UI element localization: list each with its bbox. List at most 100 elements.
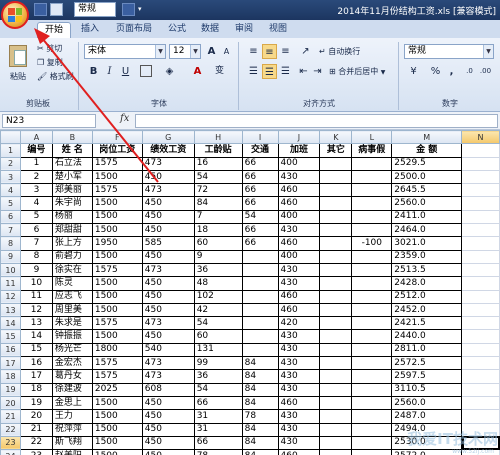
table-cell[interactable]: 473 xyxy=(141,183,195,198)
table-cell[interactable]: 450 xyxy=(141,329,195,344)
table-cell[interactable]: 450 xyxy=(141,422,195,437)
table-cell[interactable]: 11 xyxy=(19,289,53,304)
table-cell[interactable]: 54 xyxy=(241,209,279,225)
table-cell[interactable] xyxy=(319,435,353,451)
table-cell[interactable]: 4 xyxy=(19,196,53,211)
table-cell[interactable] xyxy=(461,236,500,251)
table-cell[interactable] xyxy=(461,183,500,198)
table-cell[interactable]: 张上方 xyxy=(51,236,93,251)
table-cell[interactable]: 84 xyxy=(241,435,279,451)
table-cell[interactable]: 450 xyxy=(141,395,195,411)
table-cell[interactable]: 66 xyxy=(241,223,279,238)
table-cell[interactable]: 1500 xyxy=(91,169,143,185)
table-cell[interactable] xyxy=(461,169,500,185)
table-cell[interactable]: 2645.5 xyxy=(391,183,463,198)
table-cell[interactable] xyxy=(461,329,500,344)
table-cell[interactable]: 23 xyxy=(19,449,53,455)
table-cell[interactable]: 郑美丽 xyxy=(51,183,93,198)
table-cell[interactable]: 48 xyxy=(193,276,243,291)
table-cell[interactable]: 12 xyxy=(19,302,53,318)
merge-center-button[interactable]: ⊞ 合并后居中 ▼ xyxy=(328,65,386,80)
row-header[interactable]: 20 xyxy=(0,395,21,411)
table-cell[interactable]: 朱宇尚 xyxy=(51,196,93,211)
table-cell[interactable] xyxy=(351,289,393,304)
table-cell[interactable]: 1800 xyxy=(91,342,143,358)
table-cell[interactable]: 17 xyxy=(19,369,53,384)
table-cell[interactable]: 2464.0 xyxy=(391,223,463,238)
table-cell[interactable] xyxy=(319,449,353,455)
table-cell[interactable]: 13 xyxy=(19,316,53,331)
table-cell[interactable] xyxy=(351,329,393,344)
table-cell[interactable]: 31 xyxy=(193,422,243,437)
shrink-font-button[interactable]: A xyxy=(219,44,234,59)
table-cell[interactable]: 450 xyxy=(141,276,195,291)
table-cell[interactable]: 60 xyxy=(193,236,243,251)
table-cell[interactable] xyxy=(241,289,279,304)
table-cell[interactable]: 460 xyxy=(277,395,321,411)
table-cell[interactable] xyxy=(319,249,353,264)
column-header-b[interactable]: B xyxy=(51,130,93,145)
table-cell[interactable]: 1575 xyxy=(91,262,143,278)
table-cell[interactable]: 430 xyxy=(277,329,321,344)
column-header-a[interactable]: A xyxy=(19,130,53,145)
table-cell[interactable]: 473 xyxy=(141,369,195,384)
table-cell[interactable]: 60 xyxy=(193,329,243,344)
table-cell[interactable]: 1500 xyxy=(91,223,143,238)
align-left-icon[interactable]: ☰ xyxy=(246,64,261,79)
row-header[interactable]: 5 xyxy=(0,196,21,211)
column-title-cell[interactable]: 其它 xyxy=(319,143,353,158)
table-cell[interactable] xyxy=(461,262,500,278)
row-header[interactable]: 21 xyxy=(0,409,21,424)
table-cell[interactable] xyxy=(351,183,393,198)
table-cell[interactable] xyxy=(461,302,500,318)
row-header[interactable]: 7 xyxy=(0,223,21,238)
table-cell[interactable] xyxy=(241,276,279,291)
decrease-decimal-icon[interactable]: .00 xyxy=(478,64,493,79)
table-cell[interactable]: 84 xyxy=(241,395,279,411)
table-cell[interactable]: 2411.0 xyxy=(391,209,463,225)
table-cell[interactable]: 400 xyxy=(277,156,321,171)
font-size-combo[interactable]: 12 ▼ xyxy=(169,44,201,59)
table-cell[interactable] xyxy=(319,316,353,331)
table-cell[interactable] xyxy=(461,369,500,384)
table-cell[interactable]: 21 xyxy=(19,422,53,437)
table-cell[interactable] xyxy=(351,382,393,397)
align-bottom-icon[interactable]: ≡ xyxy=(278,44,293,59)
table-cell[interactable]: 9 xyxy=(193,249,243,264)
table-cell[interactable] xyxy=(319,422,353,437)
table-cell[interactable]: 周里美 xyxy=(51,302,93,318)
row-header[interactable]: 22 xyxy=(0,422,21,437)
column-title-cell[interactable]: 编号 xyxy=(19,143,53,158)
table-cell[interactable]: 2529.5 xyxy=(391,156,463,171)
table-cell[interactable] xyxy=(319,156,353,171)
save-icon[interactable] xyxy=(34,3,47,16)
column-header-g[interactable]: G xyxy=(141,130,195,145)
row-header[interactable]: 10 xyxy=(0,262,21,278)
column-title-cell[interactable]: 病事假 xyxy=(351,143,393,158)
select-all-corner[interactable] xyxy=(0,130,21,145)
column-title-cell[interactable]: 交通 xyxy=(241,143,279,158)
table-cell[interactable] xyxy=(461,382,500,397)
table-cell[interactable]: 1500 xyxy=(91,409,143,424)
column-header-h[interactable]: H xyxy=(193,130,243,145)
row-header[interactable]: 15 xyxy=(0,329,21,344)
row-header[interactable]: 23 xyxy=(0,435,21,451)
table-cell[interactable]: 1500 xyxy=(91,435,143,451)
table-cell[interactable] xyxy=(241,302,279,318)
row-header[interactable]: 3 xyxy=(0,169,21,185)
table-cell[interactable]: 66 xyxy=(241,196,279,211)
table-cell[interactable]: 1575 xyxy=(91,316,143,331)
table-cell[interactable]: 2811.0 xyxy=(391,342,463,358)
table-cell[interactable] xyxy=(461,316,500,331)
table-cell[interactable]: 2500.0 xyxy=(391,169,463,185)
table-cell[interactable]: 430 xyxy=(277,342,321,358)
column-header-n[interactable]: N xyxy=(461,130,500,145)
fill-color-icon[interactable]: ◈ xyxy=(162,64,177,79)
qat-dropdown-icon[interactable]: ▾ xyxy=(138,3,146,16)
table-cell[interactable]: 2421.5 xyxy=(391,316,463,331)
table-cell[interactable]: 460 xyxy=(277,449,321,455)
table-cell[interactable]: 2560.0 xyxy=(391,196,463,211)
underline-button[interactable]: U xyxy=(118,64,133,79)
table-cell[interactable]: 郑甜甜 xyxy=(51,223,93,238)
table-cell[interactable]: 1575 xyxy=(91,183,143,198)
